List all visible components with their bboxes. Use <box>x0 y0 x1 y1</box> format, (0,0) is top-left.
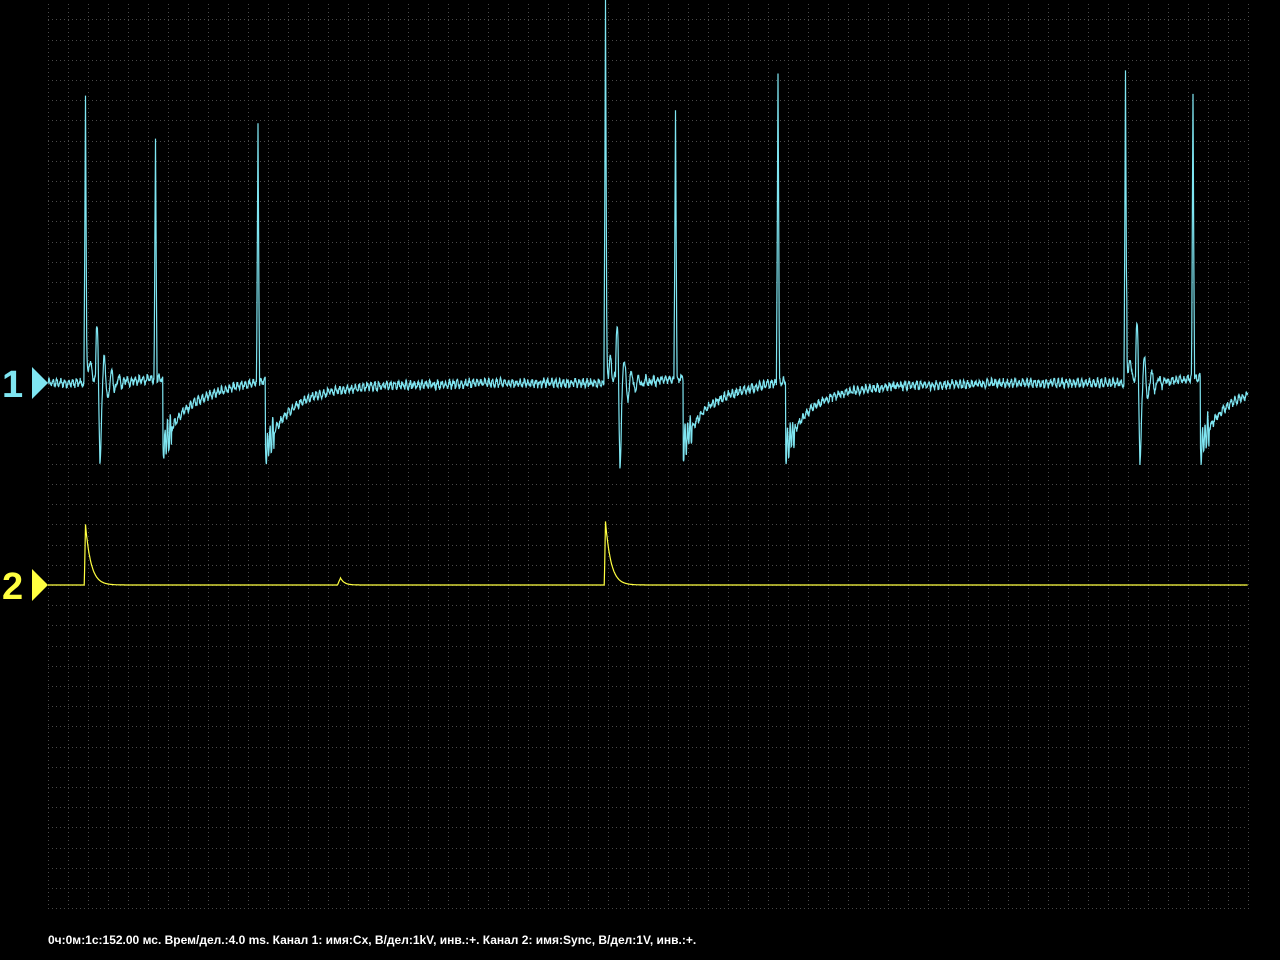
status-line: 0ч:0м:1с:152.00 мс. Врем/дел.:4.0 ms. Ка… <box>48 933 697 947</box>
channel-1-marker-label: 1 <box>2 364 23 406</box>
channel-2-marker-label: 2 <box>2 566 23 608</box>
oscilloscope-screen: 1 2 <box>0 0 1280 960</box>
